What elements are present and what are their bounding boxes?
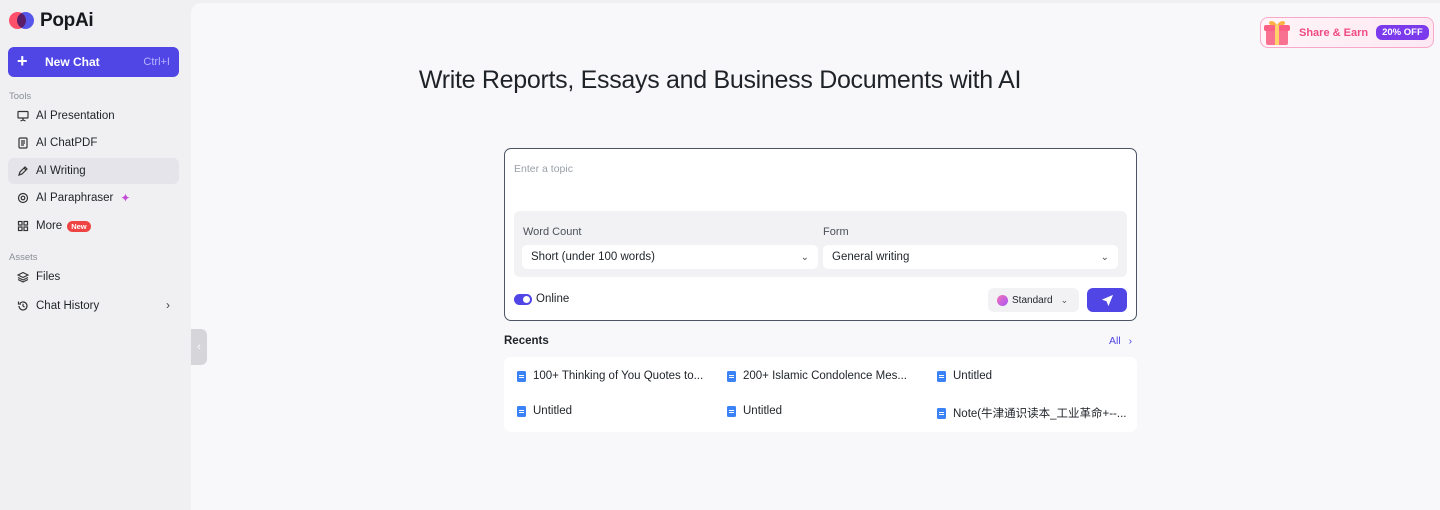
sidebar-item-files[interactable]: Files [8, 264, 179, 290]
list-item[interactable]: 100+ Thinking of You Quotes to... [517, 370, 712, 382]
sparkle-icon: ✦ [120, 191, 131, 205]
recent-title: 100+ Thinking of You Quotes to... [533, 370, 704, 382]
discount-badge: 20% OFF [1376, 25, 1429, 40]
recents-list: 100+ Thinking of You Quotes to... 200+ I… [504, 357, 1137, 432]
list-item[interactable]: Untitled [517, 405, 712, 417]
presentation-icon [16, 110, 29, 123]
sidebar-item-label: AI Presentation [36, 110, 115, 122]
document-icon [937, 407, 946, 419]
all-label: All [1109, 335, 1121, 347]
word-count-label: Word Count [523, 226, 582, 238]
sidebar-item-ai-writing[interactable]: AI Writing [8, 158, 179, 184]
app-logo[interactable]: PopAi [9, 10, 94, 32]
form-value: General writing [832, 251, 910, 263]
recent-title: Note(牛津通识读本_工业革命+--... [953, 408, 1127, 420]
online-label: Online [536, 293, 570, 305]
send-icon [1101, 294, 1113, 306]
chevron-left-icon: ‹ [197, 341, 201, 353]
grid-icon [16, 220, 29, 233]
sidebar-item-label: Files [36, 271, 61, 283]
topic-input[interactable]: Enter a topic [514, 163, 573, 175]
gift-icon [1264, 20, 1290, 45]
send-button[interactable] [1087, 288, 1127, 312]
list-item[interactable]: 200+ Islamic Condolence Mes... [727, 370, 922, 382]
target-icon [16, 192, 29, 205]
document-icon [727, 370, 736, 382]
sidebar-item-ai-paraphraser[interactable]: AI Paraphraser ✦ [8, 185, 179, 211]
recents-title: Recents [504, 335, 549, 347]
model-select[interactable]: Standard ⌄ [988, 288, 1079, 312]
history-icon [16, 300, 29, 313]
recent-title: 200+ Islamic Condolence Mes... [743, 370, 907, 382]
sidebar-item-label: AI Paraphraser [36, 192, 114, 204]
model-icon [997, 294, 1008, 306]
chevron-right-icon: › [1128, 335, 1133, 347]
new-badge: New [67, 220, 91, 232]
chevron-down-icon: ⌄ [1060, 294, 1069, 305]
recent-title: Untitled [533, 405, 572, 417]
sidebar-item-ai-chatpdf[interactable]: AI ChatPDF [8, 130, 179, 156]
form-label: Form [823, 226, 849, 238]
list-item[interactable]: Note(牛津通识读本_工业革命+--... [937, 405, 1132, 421]
document-icon [517, 405, 526, 417]
sidebar-item-chat-history[interactable]: Chat History › [8, 293, 179, 319]
chevron-down-icon: ⌄ [800, 251, 809, 263]
document-icon [517, 370, 526, 382]
collapse-sidebar-handle[interactable]: ‹ [191, 329, 207, 365]
document-icon [727, 405, 736, 417]
recent-title: Untitled [953, 370, 992, 382]
sidebar-item-ai-presentation[interactable]: AI Presentation [8, 103, 179, 129]
chevron-down-icon: ⌄ [1100, 251, 1109, 263]
list-item[interactable]: Untitled [937, 370, 1132, 382]
document-icon [16, 137, 29, 150]
online-toggle-group: Online [514, 293, 569, 305]
sidebar-item-label: AI Writing [36, 165, 86, 177]
sidebar-item-label: AI ChatPDF [36, 137, 98, 149]
writing-options-panel: Word Count Short (under 100 words) ⌄ For… [514, 211, 1127, 277]
app-name: PopAi [40, 10, 94, 31]
writing-composer: Enter a topic Word Count Short (under 10… [504, 148, 1137, 321]
recents-all-link[interactable]: All › [1109, 335, 1132, 347]
assets-section-label: Assets [9, 252, 38, 263]
popai-logo-icon [9, 10, 35, 32]
recent-title: Untitled [743, 405, 782, 417]
form-select[interactable]: General writing ⌄ [823, 245, 1118, 269]
sidebar-item-label: More [36, 220, 63, 232]
model-value: Standard [1012, 294, 1053, 306]
chevron-right-icon[interactable]: › [166, 298, 170, 312]
word-count-select[interactable]: Short (under 100 words) ⌄ [522, 245, 818, 269]
share-earn-button[interactable]: Share & Earn 20% OFF [1260, 17, 1434, 48]
sidebar-item-label: Chat History [36, 300, 100, 312]
word-count-value: Short (under 100 words) [531, 251, 656, 263]
page-title: Write Reports, Essays and Business Docum… [418, 66, 1022, 94]
sidebar-item-more[interactable]: More New [8, 213, 179, 239]
list-item[interactable]: Untitled [727, 405, 922, 417]
share-earn-label: Share & Earn [1299, 26, 1369, 39]
document-icon [937, 370, 946, 382]
pen-icon [16, 165, 29, 178]
layers-icon [16, 271, 29, 284]
online-toggle[interactable] [514, 293, 532, 305]
